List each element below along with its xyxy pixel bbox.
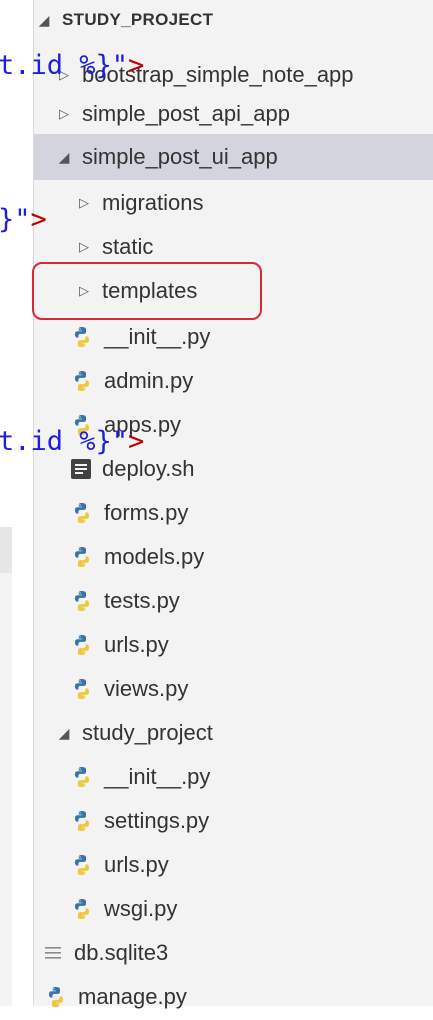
file-item-manage-py[interactable]: manage.py	[34, 974, 433, 1020]
python-icon	[75, 591, 89, 611]
python-icon	[75, 679, 89, 699]
item-label: deploy.sh	[102, 456, 195, 481]
chevron-down-icon: ◢	[58, 148, 70, 165]
item-label: __init__.py	[104, 324, 211, 349]
editor-strip	[0, 0, 33, 1006]
item-label: settings.py	[104, 808, 210, 833]
python-icon	[49, 987, 63, 1007]
file-item-urls-py[interactable]: urls.py	[34, 622, 433, 668]
python-icon	[75, 855, 89, 875]
chevron-down-icon: ◢	[38, 11, 50, 28]
explorer-header[interactable]: ◢ STUDY_PROJECT	[34, 0, 433, 40]
file-item-wsgi-py[interactable]: wsgi.py	[34, 886, 433, 932]
code-fragment-2: }">	[0, 204, 47, 235]
item-label: __init__.py	[104, 764, 211, 789]
file-item-models-py[interactable]: models.py	[34, 534, 433, 580]
project-title: STUDY_PROJECT	[62, 10, 214, 29]
item-label: urls.py	[104, 852, 169, 877]
item-label: urls.py	[104, 632, 169, 657]
file-item-init-py[interactable]: __init__.py	[34, 314, 433, 360]
file-item-init-py[interactable]: __init__.py	[34, 754, 433, 800]
folder-item-migrations[interactable]: ▷ migrations	[34, 180, 433, 226]
file-item-forms-py[interactable]: forms.py	[34, 490, 433, 536]
document-icon	[71, 459, 91, 479]
code-fragment-3: t.id %}">	[0, 426, 145, 457]
item-label: static	[102, 234, 154, 259]
item-label: tests.py	[104, 588, 180, 613]
item-label: forms.py	[104, 500, 189, 525]
folder-item-simple-post-api-app[interactable]: ▷ simple_post_api_app	[34, 91, 433, 137]
item-label: manage.py	[78, 984, 187, 1009]
chevron-right-icon: ▷	[79, 195, 89, 210]
editor-gutter-lower	[0, 573, 12, 1006]
file-item-settings-py[interactable]: settings.py	[34, 798, 433, 844]
highlight-annotation	[32, 262, 262, 320]
file-item-db-sqlite3[interactable]: db.sqlite3	[34, 930, 433, 976]
item-label: models.py	[104, 544, 205, 569]
item-label: admin.py	[104, 368, 194, 393]
python-icon	[75, 767, 89, 787]
code-fragment-1: t.id %}">	[0, 50, 145, 81]
python-icon	[75, 899, 89, 919]
item-label: views.py	[104, 676, 189, 701]
chevron-down-icon: ◢	[58, 724, 70, 741]
editor-gutter-band	[0, 527, 12, 573]
chevron-right-icon: ▷	[59, 106, 69, 121]
chevron-right-icon: ▷	[79, 239, 89, 254]
item-label: migrations	[102, 190, 204, 215]
python-icon	[75, 327, 89, 347]
item-label: simple_post_api_app	[82, 101, 290, 126]
item-label: db.sqlite3	[74, 940, 169, 965]
item-label: wsgi.py	[104, 896, 178, 921]
python-icon	[75, 811, 89, 831]
python-icon	[75, 547, 89, 567]
file-item-tests-py[interactable]: tests.py	[34, 578, 433, 624]
item-label: study_project	[82, 720, 213, 745]
file-item-urls-py[interactable]: urls.py	[34, 842, 433, 888]
item-label: simple_post_ui_app	[82, 144, 278, 169]
python-icon	[75, 503, 89, 523]
file-item-admin-py[interactable]: admin.py	[34, 358, 433, 404]
explorer-panel: ◢ STUDY_PROJECT ▷ bootstrap_simple_note_a…	[33, 0, 433, 1009]
folder-item-study-project[interactable]: ◢ study_project	[34, 710, 433, 756]
file-item-views-py[interactable]: views.py	[34, 666, 433, 712]
python-icon	[75, 635, 89, 655]
lines-icon	[45, 947, 61, 959]
python-icon	[75, 371, 89, 391]
folder-item-simple-post-ui-app[interactable]: ◢ simple_post_ui_app	[34, 134, 433, 180]
